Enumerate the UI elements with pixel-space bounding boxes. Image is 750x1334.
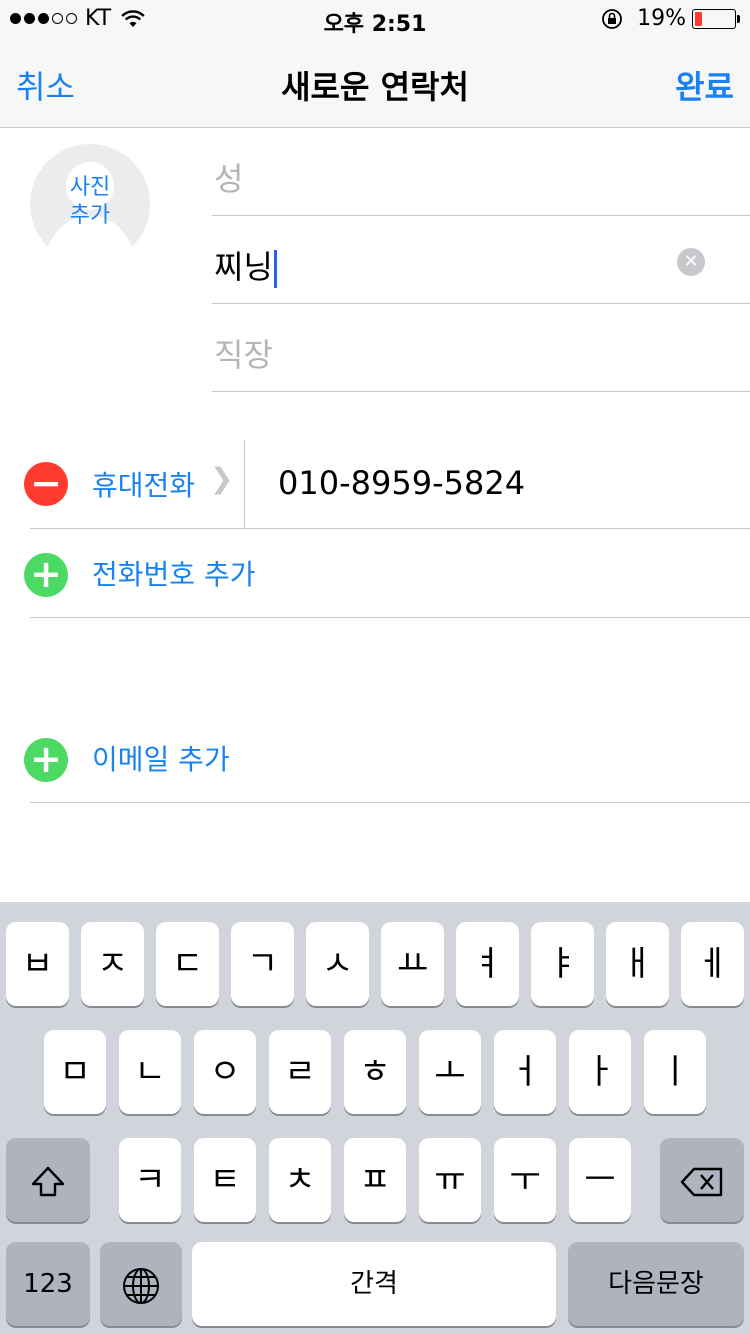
- phone-type-label[interactable]: 휴대전화: [92, 464, 195, 504]
- key[interactable]: ㅛ: [381, 922, 444, 1006]
- key[interactable]: ㅐ: [606, 922, 669, 1006]
- last-name-placeholder: 성: [214, 160, 244, 198]
- battery-percent: 19%: [637, 6, 686, 31]
- key[interactable]: ㅜ: [494, 1138, 556, 1222]
- key[interactable]: ㅍ: [344, 1138, 406, 1222]
- shift-key[interactable]: [6, 1138, 90, 1222]
- last-name-field[interactable]: 성: [212, 128, 750, 216]
- status-right: 19%: [601, 6, 740, 31]
- battery-icon: [692, 8, 740, 29]
- first-name-value: 찌닝: [214, 248, 273, 286]
- key[interactable]: ㅓ: [494, 1030, 556, 1114]
- key[interactable]: ㅈ: [81, 922, 144, 1006]
- key[interactable]: ㅅ: [306, 922, 369, 1006]
- key[interactable]: ㅏ: [569, 1030, 631, 1114]
- backspace-key[interactable]: [660, 1138, 744, 1222]
- delete-phone-button[interactable]: −: [24, 462, 68, 506]
- key[interactable]: ㅎ: [344, 1030, 406, 1114]
- key[interactable]: ㄱ: [231, 922, 294, 1006]
- add-email-label: 이메일 추가: [92, 743, 230, 776]
- navigation-bar: 취소 새로운 연락처 완료: [0, 40, 750, 128]
- add-email-row[interactable]: + 이메일 추가: [24, 714, 750, 803]
- key[interactable]: ㄷ: [156, 922, 219, 1006]
- key[interactable]: ㅣ: [644, 1030, 706, 1114]
- vertical-divider: [244, 440, 245, 529]
- key[interactable]: ㅌ: [194, 1138, 256, 1222]
- add-photo-button[interactable]: 사진 추가: [30, 144, 150, 264]
- first-name-text: 찌닝: [214, 242, 277, 288]
- key[interactable]: ㅊ: [269, 1138, 331, 1222]
- add-phone-label: 전화번호 추가: [92, 558, 256, 591]
- battery-level: [695, 11, 702, 26]
- key[interactable]: ㅗ: [419, 1030, 481, 1114]
- key[interactable]: ㅑ: [531, 922, 594, 1006]
- text-cursor: [273, 250, 277, 288]
- key[interactable]: ㅡ: [569, 1138, 631, 1222]
- rotation-lock-icon: [602, 8, 622, 29]
- first-name-field[interactable]: 찌닝 ✕: [212, 216, 750, 304]
- key[interactable]: ㅁ: [44, 1030, 106, 1114]
- company-field[interactable]: 직장: [212, 304, 750, 392]
- add-email-icon[interactable]: +: [24, 738, 68, 782]
- clear-text-icon[interactable]: ✕: [677, 248, 705, 276]
- add-phone-icon[interactable]: +: [24, 553, 68, 597]
- phone-row: − 휴대전화 ❯ 010-8959-5824: [24, 440, 750, 529]
- phone-number-field[interactable]: 010-8959-5824: [278, 464, 525, 502]
- key[interactable]: ㅠ: [419, 1138, 481, 1222]
- done-button[interactable]: 완료: [675, 62, 734, 108]
- keyboard: ㅂ ㅈ ㄷ ㄱ ㅅ ㅛ ㅕ ㅑ ㅐ ㅔ ㅁ ㄴ ㅇ ㄹ ㅎ ㅗ ㅓ ㅏ ㅣ ㅋ …: [0, 902, 750, 1334]
- key[interactable]: ㅋ: [119, 1138, 181, 1222]
- key[interactable]: ㅂ: [6, 922, 69, 1006]
- backspace-icon: [680, 1167, 723, 1196]
- globe-icon: [123, 1267, 159, 1304]
- shift-icon: [31, 1166, 65, 1196]
- add-photo-label: 사진 추가: [69, 175, 111, 228]
- key[interactable]: ㄹ: [269, 1030, 331, 1114]
- globe-key[interactable]: [100, 1242, 182, 1326]
- space-key[interactable]: 간격: [192, 1242, 556, 1326]
- status-bar: KT 오후 2:51 19%: [0, 0, 750, 40]
- add-phone-row[interactable]: + 전화번호 추가: [24, 529, 750, 618]
- return-key[interactable]: 다음문장: [568, 1242, 744, 1326]
- page-title: 새로운 연락처: [281, 68, 469, 106]
- key[interactable]: ㄴ: [119, 1030, 181, 1114]
- key[interactable]: ㅔ: [681, 922, 744, 1006]
- key[interactable]: ㅕ: [456, 922, 519, 1006]
- key[interactable]: ㅇ: [194, 1030, 256, 1114]
- chevron-right-icon[interactable]: ❯: [210, 462, 233, 495]
- numbers-key[interactable]: 123: [6, 1242, 90, 1326]
- company-placeholder: 직장: [214, 336, 273, 374]
